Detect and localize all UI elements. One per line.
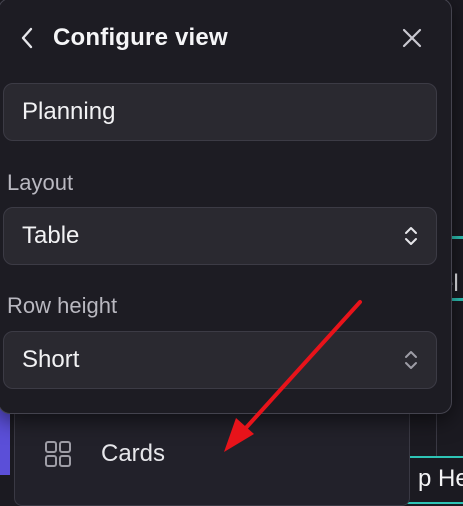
- panel-header: Configure view: [0, 0, 451, 81]
- row-height-select-value: Short: [22, 346, 80, 373]
- chevron-up-down-icon: [402, 347, 420, 373]
- row-height-select[interactable]: Short: [3, 331, 437, 389]
- view-name-input[interactable]: [3, 83, 437, 141]
- configure-view-panel: Configure view Layout Table Row height S…: [0, 0, 452, 414]
- layout-option-cards-label: Cards: [101, 440, 166, 467]
- chevron-up-down-icon: [402, 223, 420, 249]
- layout-option-cards[interactable]: Cards: [14, 424, 408, 484]
- panel-title: Configure view: [53, 24, 228, 51]
- grid-icon: [44, 440, 72, 468]
- back-button[interactable]: [15, 26, 39, 54]
- row-height-label: Row height: [7, 293, 118, 318]
- layout-select[interactable]: Table: [3, 207, 437, 265]
- layout-label: Layout: [7, 170, 74, 195]
- close-icon: [401, 27, 423, 54]
- close-button[interactable]: [399, 27, 425, 53]
- layout-select-value: Table: [22, 222, 80, 249]
- chevron-left-icon: [20, 26, 34, 55]
- underlying-accent-bar: [0, 405, 10, 475]
